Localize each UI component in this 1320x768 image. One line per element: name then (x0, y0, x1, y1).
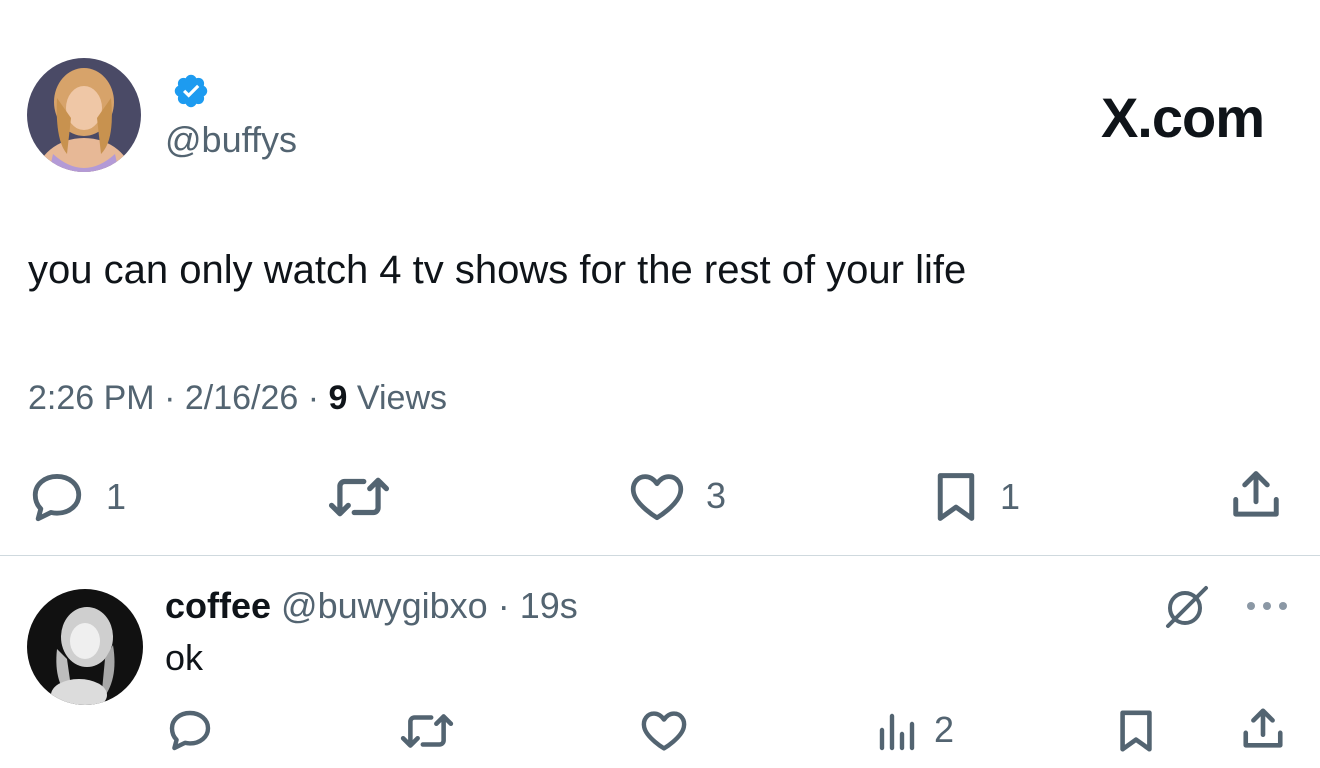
meta-separator: · (164, 379, 176, 417)
reply-separator: · (497, 585, 510, 626)
reply-count: 1 (106, 476, 127, 517)
reply-icon (32, 474, 82, 522)
author-handle[interactable]: @buffys (165, 118, 297, 162)
retweet-icon (400, 714, 454, 748)
tweet-time[interactable]: 2:26 PM (28, 379, 155, 417)
reply-share-button[interactable] (1240, 706, 1286, 752)
heart-icon (630, 474, 684, 521)
reply-author-avatar[interactable] (27, 589, 143, 705)
share-button[interactable] (1228, 468, 1284, 522)
verified-badge-icon (172, 72, 210, 110)
reply-text: ok (165, 637, 204, 678)
reply-avatar-image (27, 589, 143, 705)
author-avatar-image (27, 58, 141, 172)
reply-handle[interactable]: @buwygibxo (281, 585, 488, 626)
tweet-date[interactable]: 2/16/26 (185, 379, 298, 417)
bookmark-icon (937, 473, 975, 521)
reply-bookmark-button[interactable] (1116, 708, 1156, 754)
retweet-button[interactable] (328, 472, 390, 522)
reply-header: coffee @buwygibxo · 19s (165, 584, 578, 628)
author-avatar[interactable] (27, 58, 141, 172)
views-label[interactable]: Views (357, 379, 447, 417)
bookmark-count: 1 (1000, 476, 1021, 517)
brand-logo: X.com (1100, 86, 1265, 149)
reply-views-button[interactable]: 2 (878, 708, 954, 752)
tweet-metadata: 2:26 PM · 2/16/26 · 9 Views (28, 376, 447, 420)
share-icon (1233, 471, 1279, 517)
reply-icon (169, 710, 211, 751)
reply-display-name[interactable]: coffee (165, 585, 271, 626)
meta-separator: · (307, 379, 320, 417)
views-count[interactable]: 9 (329, 379, 348, 417)
tweet-text: you can only watch 4 tv shows for the re… (28, 248, 967, 292)
retweet-icon (328, 477, 390, 517)
more-options-icon[interactable] (1244, 596, 1290, 616)
divider (0, 555, 1320, 556)
reply-button[interactable]: 1 (28, 470, 126, 524)
heart-icon (641, 711, 687, 751)
like-button[interactable]: 3 (628, 470, 726, 522)
reply-views-count: 2 (934, 709, 955, 750)
reply-like-button[interactable] (640, 708, 688, 752)
like-count: 3 (706, 475, 727, 516)
grok-icon[interactable] (1160, 582, 1214, 630)
bookmark-icon (1120, 710, 1152, 752)
bookmark-button[interactable]: 1 (932, 470, 1020, 524)
reply-reply-button[interactable] (166, 708, 214, 752)
reply-retweet-button[interactable] (400, 710, 454, 752)
analytics-icon (879, 713, 915, 751)
share-icon (1243, 708, 1283, 748)
reply-time[interactable]: 19s (520, 585, 578, 626)
